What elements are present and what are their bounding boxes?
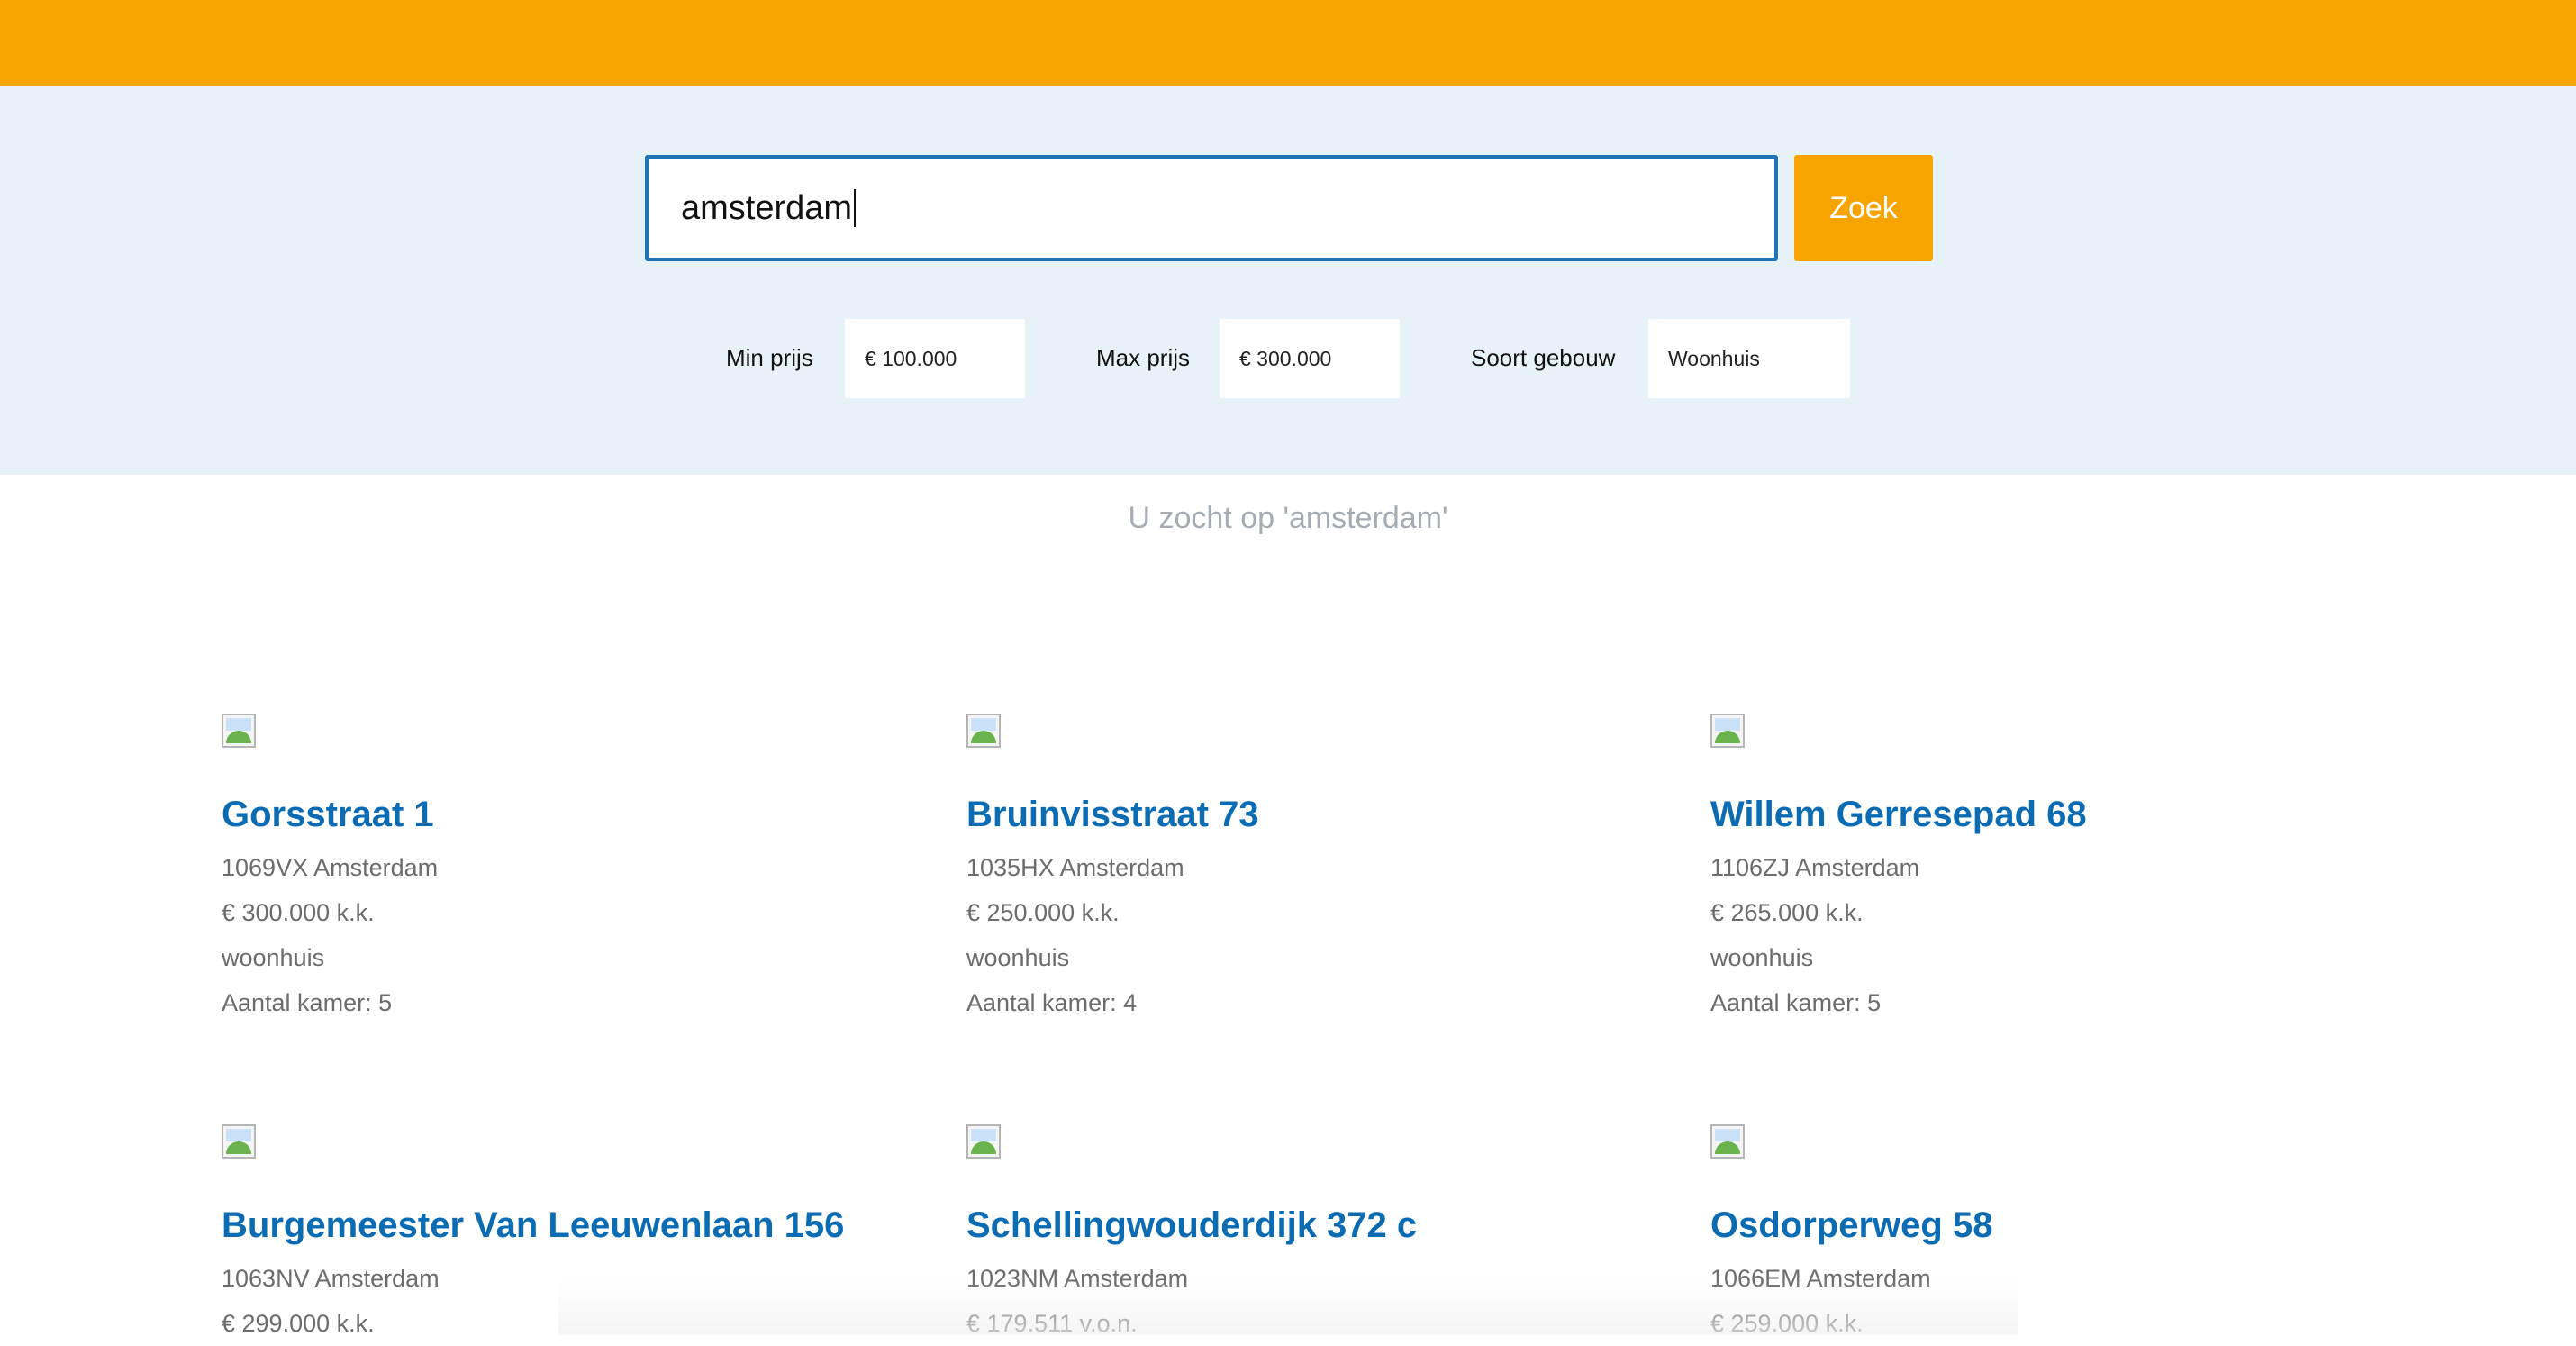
text-caret [854, 189, 857, 227]
listing-card[interactable]: Schellingwouderdijk 372 c 1023NM Amsterd… [966, 1124, 1651, 1346]
listing-type: woonhuis [966, 944, 1070, 971]
listing-price: € 179.511 v.o.n. [966, 1310, 1138, 1337]
broken-image-icon[interactable] [1710, 714, 1745, 748]
listing-price: € 300.000 k.k. [222, 899, 375, 926]
listing-price: € 259.000 k.k. [1710, 1310, 1864, 1337]
max-price-label: Max prijs [1096, 344, 1191, 371]
max-price-field[interactable]: € 300.000 [1220, 319, 1400, 398]
broken-image-icon[interactable] [222, 1124, 256, 1159]
listing-type: woonhuis [1710, 944, 1814, 971]
listing-card[interactable]: Osdorperweg 58 1066EM Amsterdam € 259.00… [1710, 1124, 2395, 1346]
listing-address-link[interactable]: Bruinvisstraat 73 [966, 793, 1651, 836]
listing-postal: 1069VX Amsterdam [222, 854, 439, 881]
listing-price: € 265.000 k.k. [1710, 899, 1864, 926]
search-button[interactable]: Zoek [1794, 155, 1933, 261]
listing-postal: 1063NV Amsterdam [222, 1265, 440, 1292]
listing-price: € 250.000 k.k. [966, 899, 1120, 926]
broken-image-icon[interactable] [966, 1124, 1001, 1159]
listing-card[interactable]: Willem Gerresepad 68 1106ZJ Amsterdam € … [1710, 714, 2395, 1025]
listing-price: € 299.000 k.k. [222, 1310, 375, 1337]
listing-card[interactable]: Gorsstraat 1 1069VX Amsterdam € 300.000 … [222, 714, 906, 1025]
listing-postal: 1106ZJ Amsterdam [1710, 854, 1920, 881]
listing-address-link[interactable]: Gorsstraat 1 [222, 793, 906, 836]
broken-image-icon[interactable] [222, 714, 256, 748]
search-results-heading: U zocht op 'amsterdam' [1128, 501, 1448, 535]
listing-postal: 1035HX Amsterdam [966, 854, 1184, 881]
listing-card[interactable]: Bruinvisstraat 73 1035HX Amsterdam € 250… [966, 714, 1651, 1025]
listing-postal: 1023NM Amsterdam [966, 1265, 1189, 1292]
listing-rooms: Aantal kamer: 5 [1710, 989, 1882, 1016]
broken-image-icon[interactable] [1710, 1124, 1745, 1159]
listing-address-link[interactable]: Schellingwouderdijk 372 c [966, 1204, 1651, 1247]
building-type-label: Soort gebouw [1471, 344, 1616, 371]
min-price-value: € 100.000 [865, 346, 957, 370]
top-bar [0, 0, 2576, 86]
listing-address-link[interactable]: Willem Gerresepad 68 [1710, 793, 2395, 836]
building-type-value: Woonhuis [1668, 346, 1760, 370]
search-input-value: amsterdam [681, 188, 853, 227]
listing-postal: 1066EM Amsterdam [1710, 1265, 1931, 1292]
listing-address-link[interactable]: Osdorperweg 58 [1710, 1204, 2395, 1247]
listing-card[interactable]: Burgemeester Van Leeuwenlaan 156 1063NV … [222, 1124, 906, 1346]
search-panel [0, 86, 2576, 475]
max-price-value: € 300.000 [1239, 346, 1332, 370]
broken-image-icon[interactable] [966, 714, 1001, 748]
min-price-label: Min prijs [726, 344, 813, 371]
listing-rooms: Aantal kamer: 5 [222, 989, 393, 1016]
min-price-field[interactable]: € 100.000 [845, 319, 1025, 398]
listing-address-link[interactable]: Burgemeester Van Leeuwenlaan 156 [222, 1204, 906, 1247]
listing-rooms: Aantal kamer: 4 [966, 989, 1138, 1016]
search-input[interactable]: amsterdam [645, 155, 1778, 261]
search-button-label: Zoek [1829, 190, 1898, 225]
building-type-select[interactable]: Woonhuis [1648, 319, 1850, 398]
listing-type: woonhuis [222, 944, 325, 971]
